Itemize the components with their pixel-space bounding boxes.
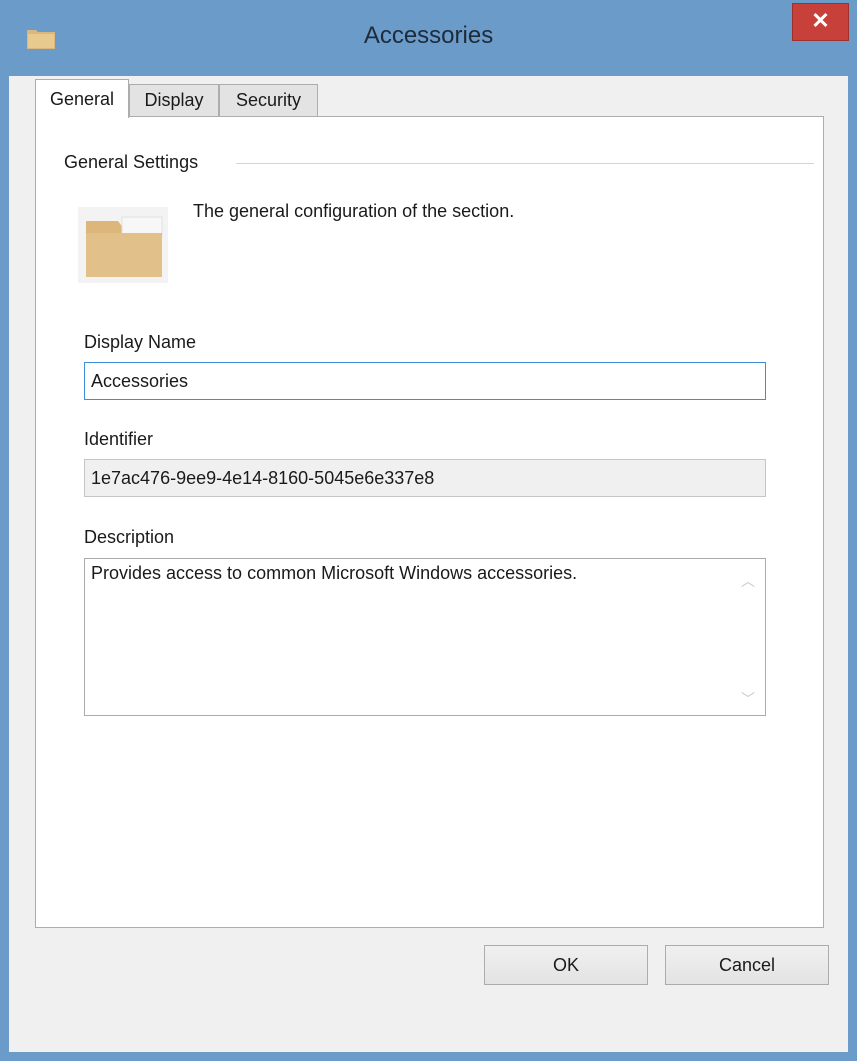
description-text: Provides access to common Microsoft Wind… [91,563,578,583]
description-label: Description [84,527,175,547]
cancel-button[interactable]: Cancel [665,945,829,985]
tab-general[interactable]: General [35,79,129,118]
description-textarea[interactable]: Provides access to common Microsoft Wind… [84,558,766,716]
dialog-window: Accessories ✕ General Display Security G… [0,0,857,1061]
close-button[interactable]: ✕ [792,3,849,41]
ok-button[interactable]: OK [484,945,648,985]
group-title: General Settings [64,152,207,173]
identifier-field[interactable]: 1e7ac476-9ee9-4e14-8160-5045e6e337e8 [84,459,766,497]
group-divider [236,163,814,164]
chevron-up-icon[interactable]: ︿ [739,571,757,589]
title-bar[interactable]: Accessories ✕ [0,0,857,76]
display-name-label: Display Name [84,332,197,352]
folder-icon [78,207,168,283]
tab-security[interactable]: Security [219,84,318,116]
identifier-label: Identifier [84,429,154,449]
vertical-scrollbar[interactable]: ︿ ﹀ [731,559,765,715]
section-description: The general configuration of the section… [193,201,515,221]
tab-display[interactable]: Display [129,84,219,116]
dialog-client-area: General Display Security General Setting… [9,76,848,1052]
tab-panel-general: General Settings The general configurati… [35,116,824,928]
window-title: Accessories [363,22,494,49]
display-name-input[interactable]: Accessories [84,362,766,400]
chevron-down-icon[interactable]: ﹀ [739,689,757,707]
